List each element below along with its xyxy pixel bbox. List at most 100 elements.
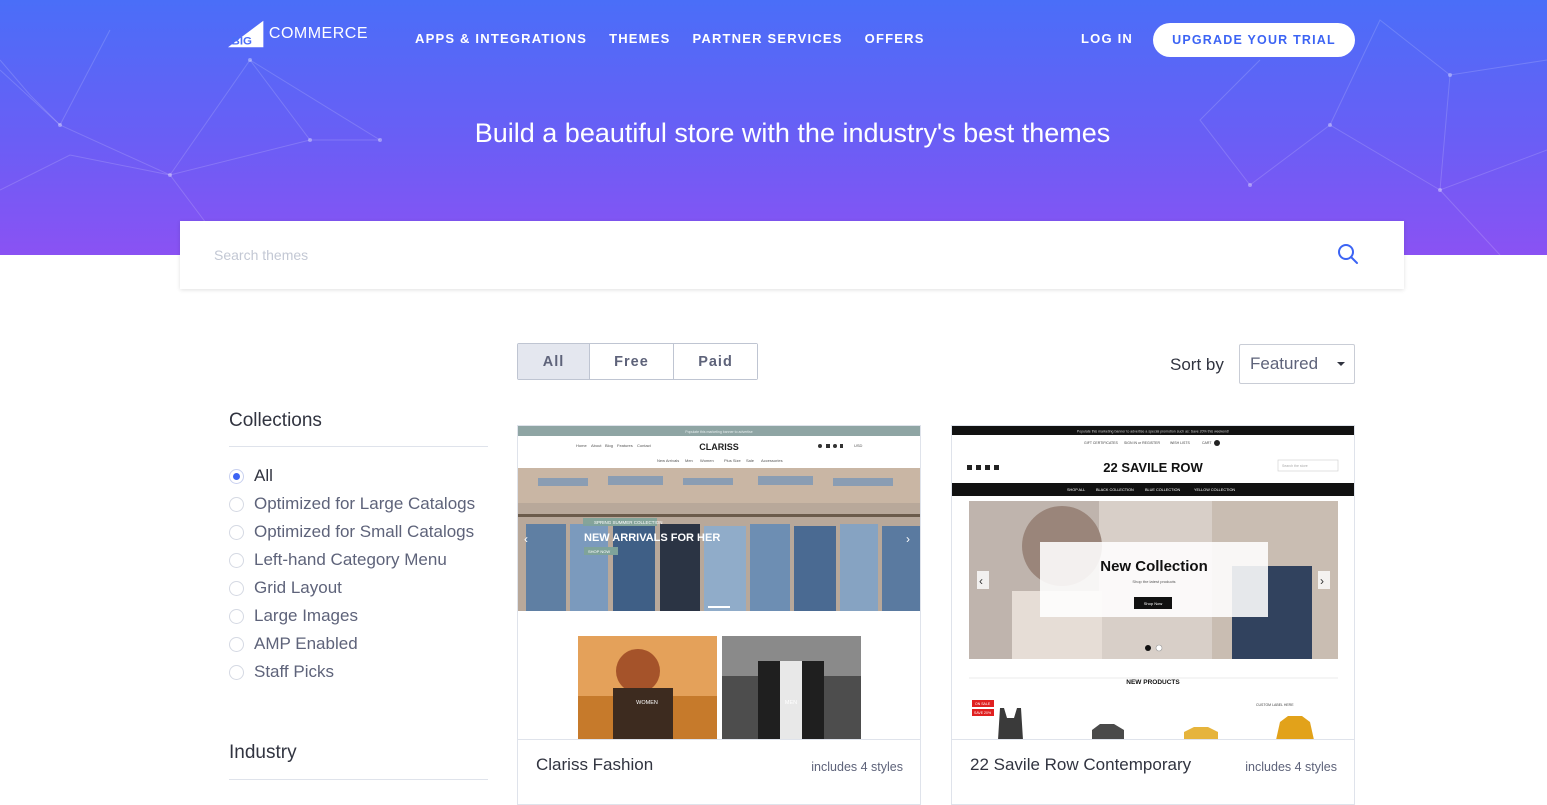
- nav-themes[interactable]: THEMES: [609, 31, 670, 46]
- clariss-preview-illustration: Populate this marketing banner to advert…: [518, 426, 920, 739]
- preview-menu-item: Accessories: [761, 458, 783, 463]
- collection-item-large-images[interactable]: Large Images: [229, 602, 488, 630]
- collection-item-all[interactable]: All: [229, 462, 488, 490]
- collection-item-small-catalogs[interactable]: Optimized for Small Catalogs: [229, 518, 488, 546]
- bigcommerce-logo[interactable]: BIG COMMERCE: [228, 18, 368, 50]
- preview-store-name: CLARISS: [699, 442, 739, 452]
- sort-select[interactable]: Featured: [1239, 344, 1355, 384]
- preview-store-name: 22 SAVILE ROW: [1103, 460, 1203, 475]
- search-input[interactable]: [214, 247, 1314, 263]
- collection-label: AMP Enabled: [254, 634, 358, 653]
- savile-row-preview-illustration: Populate this marketing banner to advert…: [952, 426, 1354, 739]
- sort-label: Sort by: [1170, 355, 1224, 374]
- preview-currency: USD: [854, 443, 863, 448]
- preview-link: Contact: [637, 443, 652, 448]
- svg-text:›: ›: [1320, 574, 1324, 588]
- radio-icon[interactable]: [229, 496, 244, 512]
- preview-utility-link: CART: [1202, 441, 1212, 445]
- filter-sidebar: Collections All Optimized for Large Cata…: [229, 410, 488, 686]
- search-icon[interactable]: [1337, 243, 1359, 265]
- preview-banner-text: Populate this marketing banner to advert…: [685, 430, 753, 434]
- radio-icon[interactable]: [229, 580, 244, 596]
- logo-big-text: BIG: [232, 36, 252, 48]
- login-link[interactable]: LOG IN: [1081, 31, 1133, 46]
- radio-checked-icon[interactable]: [229, 468, 244, 484]
- preview-slide-tag: SPRING SUMMER COLLECTION: [594, 520, 663, 525]
- logo-commerce-text: COMMERCE: [268, 25, 368, 42]
- theme-search-bar: [180, 221, 1404, 289]
- industry-divider: [229, 779, 488, 780]
- nav-partner-services[interactable]: PARTNER SERVICES: [692, 31, 842, 46]
- nav-offers[interactable]: OFFERS: [865, 31, 925, 46]
- hero-title: Build a beautiful store with the industr…: [474, 118, 1111, 148]
- preview-menu-item: Women: [700, 458, 714, 463]
- collection-item-staff-picks[interactable]: Staff Picks: [229, 658, 488, 686]
- preview-link: Blog: [605, 443, 613, 448]
- preview-link: Home: [576, 443, 587, 448]
- theme-card-clariss[interactable]: Populate this marketing banner to advert…: [517, 425, 921, 805]
- radio-icon[interactable]: [229, 608, 244, 624]
- preview-tile-men: MEN: [785, 700, 797, 706]
- sort-selected-value: Featured: [1250, 354, 1319, 373]
- preview-slide-button: SHOP NOW: [588, 549, 610, 554]
- preview-menu-item: Men: [685, 458, 693, 463]
- collections-list: All Optimized for Large Catalogs Optimiz…: [229, 462, 488, 686]
- theme-name[interactable]: 22 Savile Row Contemporary: [970, 755, 1191, 775]
- nav-apps-integrations[interactable]: APPS & INTEGRATIONS: [415, 31, 587, 46]
- collection-label: Grid Layout: [254, 578, 342, 597]
- preview-slide-title: New Collection: [1100, 558, 1208, 575]
- preview-menu-item: YELLOW COLLECTION: [1194, 488, 1235, 492]
- collection-label: Left-hand Category Menu: [254, 550, 447, 569]
- collection-label: Large Images: [254, 606, 358, 625]
- preview-menu-item: SHOP ALL: [1067, 488, 1085, 492]
- radio-icon[interactable]: [229, 524, 244, 540]
- industry-heading: Industry: [229, 742, 297, 763]
- preview-search-placeholder: Search the store: [1282, 464, 1308, 468]
- theme-card-22-savile-row[interactable]: Populate this marketing banner to advert…: [951, 425, 1355, 805]
- svg-text:‹: ‹: [524, 532, 528, 546]
- theme-preview-image[interactable]: Populate this marketing banner to advert…: [952, 426, 1354, 740]
- radio-icon[interactable]: [229, 636, 244, 652]
- collections-heading: Collections: [229, 410, 488, 447]
- theme-name[interactable]: Clariss Fashion: [536, 755, 653, 775]
- upgrade-trial-button[interactable]: UPGRADE YOUR TRIAL: [1153, 23, 1355, 57]
- preview-banner-text: Populate this marketing banner to advert…: [1077, 430, 1229, 434]
- preview-menu-item: BLACK COLLECTION: [1096, 488, 1134, 492]
- preview-menu-item: BLUE COLLECTION: [1145, 488, 1180, 492]
- collection-label: Optimized for Large Catalogs: [254, 494, 476, 513]
- collection-item-amp-enabled[interactable]: AMP Enabled: [229, 630, 488, 658]
- svg-text:›: ›: [906, 532, 910, 546]
- preview-menu-item: Sale: [746, 458, 755, 463]
- main-nav: APPS & INTEGRATIONS THEMES PARTNER SERVI…: [415, 31, 925, 46]
- preview-slide-subtitle: Shop the latest products: [1132, 579, 1175, 584]
- preview-utility-link: GIFT CERTIFICATES: [1084, 441, 1119, 445]
- filter-all-button[interactable]: All: [518, 344, 590, 379]
- theme-styles-count: includes 4 styles: [1245, 760, 1337, 774]
- hero-banner: BIG COMMERCE APPS & INTEGRATIONS THEMES …: [0, 0, 1547, 255]
- preview-menu-item: New Arrivals: [657, 458, 679, 463]
- collection-label: Optimized for Small Catalogs: [254, 522, 475, 541]
- collection-label: All: [254, 466, 273, 485]
- filter-free-button[interactable]: Free: [590, 344, 674, 379]
- preview-badge-save: SAVE 20%: [974, 711, 991, 715]
- collection-item-grid-layout[interactable]: Grid Layout: [229, 574, 488, 602]
- collection-item-left-hand-menu[interactable]: Left-hand Category Menu: [229, 546, 488, 574]
- theme-preview-image[interactable]: Populate this marketing banner to advert…: [518, 426, 920, 740]
- caret-down-icon: [1337, 362, 1345, 366]
- collection-label: Staff Picks: [254, 662, 334, 681]
- preview-tile-women: WOMEN: [636, 700, 658, 706]
- preview-utility-link: WISH LISTS: [1170, 441, 1191, 445]
- preview-utility-link: SIGN IN or REGISTER: [1124, 441, 1160, 445]
- price-filter-group: All Free Paid: [517, 343, 758, 380]
- bigcommerce-logo-icon: BIG: [228, 20, 264, 48]
- collection-item-large-catalogs[interactable]: Optimized for Large Catalogs: [229, 490, 488, 518]
- filter-paid-button[interactable]: Paid: [674, 344, 757, 379]
- preview-slide-button: Shop Now: [1144, 601, 1163, 606]
- radio-icon[interactable]: [229, 552, 244, 568]
- radio-icon[interactable]: [229, 664, 244, 680]
- preview-link: About: [591, 443, 602, 448]
- preview-section-title: NEW PRODUCTS: [1126, 679, 1180, 686]
- preview-badge-sale: ON SALE: [975, 702, 991, 706]
- svg-text:‹: ‹: [979, 574, 983, 588]
- preview-link: Features: [617, 443, 633, 448]
